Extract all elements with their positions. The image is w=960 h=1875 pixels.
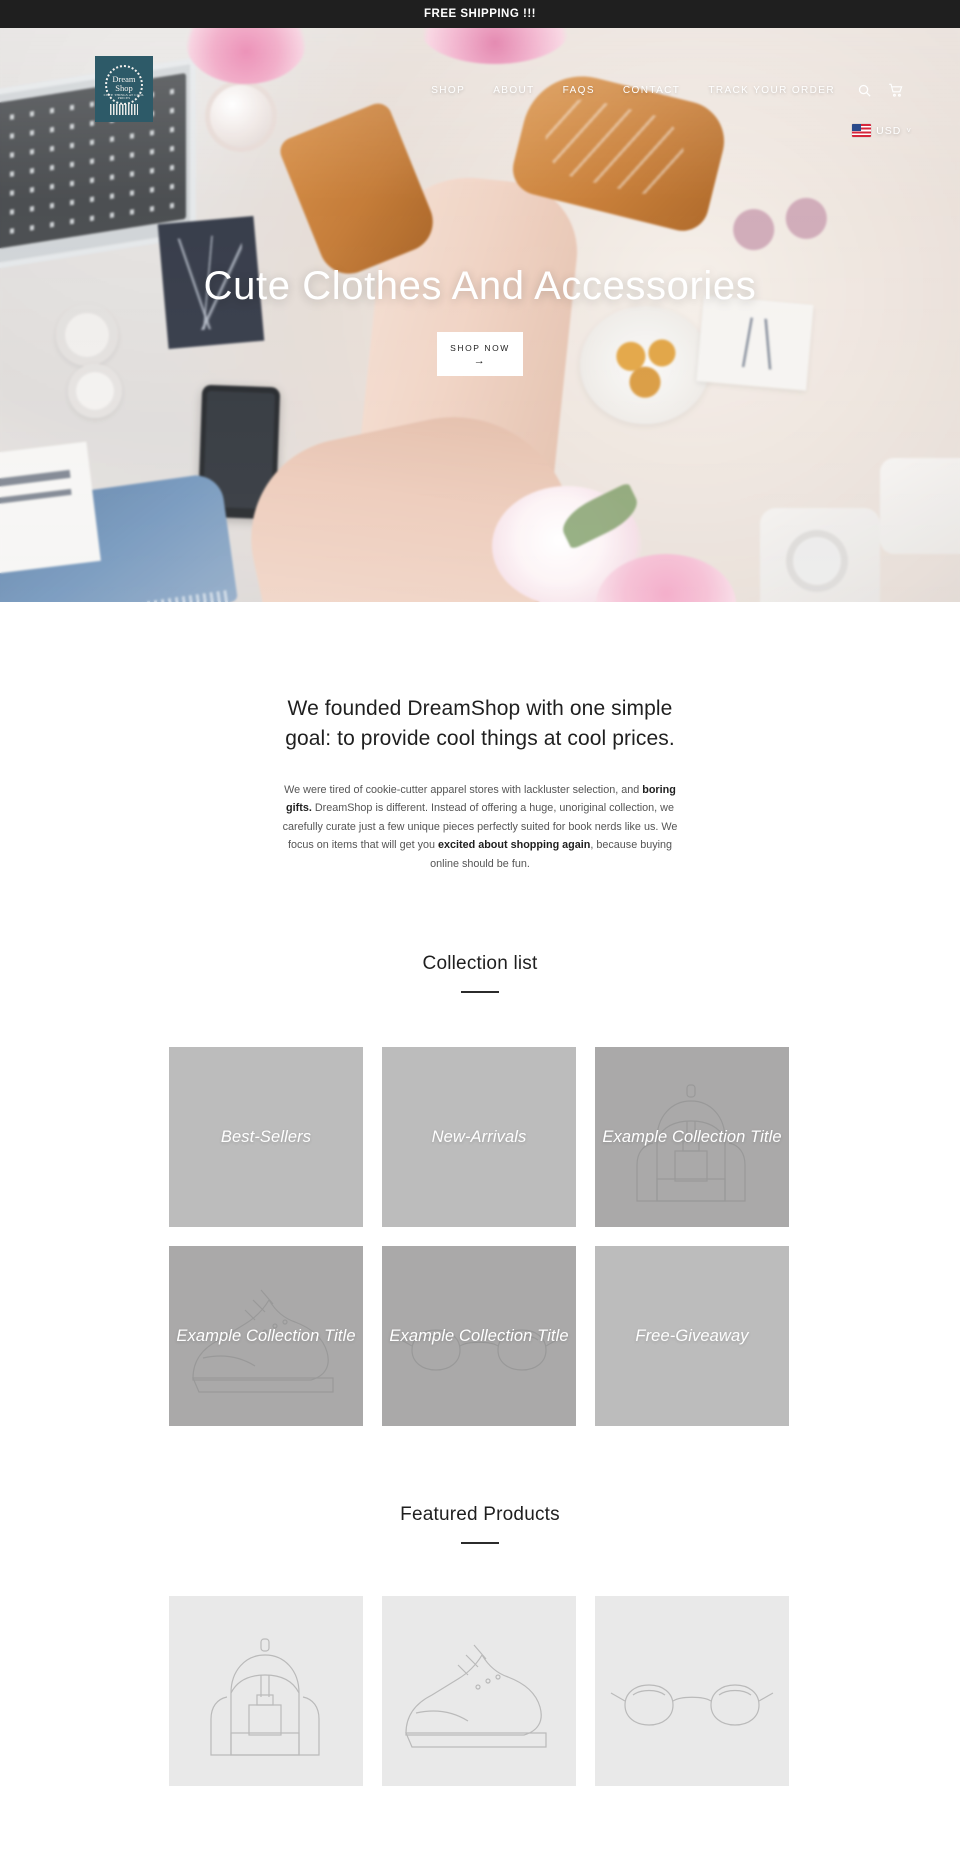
arrow-right-icon: →	[473, 355, 487, 368]
collection-tile[interactable]: Example Collection Title	[169, 1246, 363, 1427]
section-divider	[461, 991, 499, 994]
intro-heading: We founded DreamShop with one simple goa…	[285, 697, 675, 750]
featured-products-grid	[169, 1596, 791, 1787]
chevron-down-icon: ˅	[906, 126, 912, 135]
collection-tile-label: Example Collection Title	[176, 1326, 356, 1345]
product-card[interactable]	[382, 1596, 576, 1787]
announcement-text: FREE SHIPPING !!!	[423, 8, 536, 20]
section-divider	[461, 1542, 499, 1545]
intro-paragraph: We were tired of cookie-cutter apparel s…	[273, 781, 687, 874]
cart-icon[interactable]	[880, 83, 912, 98]
collection-tile[interactable]: Best-Sellers	[169, 1047, 363, 1228]
logo-tagline: CUTE THINGS AT COOL PRICES	[103, 92, 145, 101]
shop-now-label: SHOP NOW	[450, 343, 510, 353]
nav-item-about[interactable]: ABOUT	[479, 85, 548, 96]
collection-tile-label: Best-Sellers	[220, 1127, 312, 1146]
collection-tile-label: Free-Giveaway	[635, 1326, 749, 1345]
logo-base-ornament	[110, 104, 138, 115]
site-header: Dream Shop CUTE THINGS AT COOL PRICES SH…	[0, 28, 960, 137]
featured-products-section: Featured Products	[0, 1504, 960, 1787]
collection-list-title: Collection list	[422, 953, 538, 975]
glasses-icon	[595, 1596, 789, 1786]
hero-title: Cute Clothes And Accessories	[203, 264, 757, 308]
search-icon[interactable]	[849, 83, 880, 98]
collection-list-section: Collection list Best-Sellers New-Arrivals…	[0, 953, 960, 1427]
product-card[interactable]	[169, 1596, 363, 1787]
collection-tile[interactable]: New-Arrivals	[382, 1047, 576, 1228]
intro-text-1: We were tired of cookie-cutter apparel s…	[284, 783, 643, 796]
collection-tile-label: Example Collection Title	[389, 1326, 569, 1345]
collection-tile[interactable]: Example Collection Title	[595, 1047, 789, 1228]
logo-mark: Dream Shop CUTE THINGS AT COOL PRICES	[102, 63, 146, 115]
backpack-icon	[169, 1596, 363, 1786]
collection-tile-label: New-Arrivals	[431, 1127, 527, 1146]
collection-grid: Best-Sellers New-Arrivals Example Collecti…	[169, 1047, 791, 1427]
featured-products-title: Featured Products	[400, 1504, 560, 1526]
currency-selector[interactable]: USD ˅	[852, 124, 912, 137]
nav-item-shop[interactable]: SHOP	[417, 85, 479, 96]
nav-item-track-your-order[interactable]: TRACK YOUR ORDER	[694, 85, 849, 96]
collection-tile[interactable]: Free-Giveaway	[595, 1246, 789, 1427]
nav-item-faqs[interactable]: FAQS	[549, 85, 609, 96]
intro-section: We founded DreamShop with one simple goa…	[0, 602, 960, 873]
shop-now-button[interactable]: SHOP NOW →	[437, 332, 523, 377]
main-navigation: SHOP ABOUT FAQS CONTACT TRACK YOUR ORDER	[417, 83, 912, 98]
logo-line-2: Shop	[115, 82, 133, 93]
currency-code: USD	[876, 124, 902, 137]
intro-bold-2: excited about shopping again	[438, 839, 591, 852]
collection-tile-label: Example Collection Title	[602, 1127, 782, 1146]
hero-section: Dream Shop CUTE THINGS AT COOL PRICES SH…	[0, 28, 960, 602]
nav-item-contact[interactable]: CONTACT	[609, 85, 694, 96]
product-card[interactable]	[595, 1596, 789, 1787]
shoe-icon	[382, 1596, 576, 1786]
site-logo[interactable]: Dream Shop CUTE THINGS AT COOL PRICES	[95, 56, 153, 122]
collection-tile[interactable]: Example Collection Title	[382, 1246, 576, 1427]
announcement-bar: FREE SHIPPING !!!	[0, 0, 960, 28]
us-flag-icon	[852, 124, 872, 137]
